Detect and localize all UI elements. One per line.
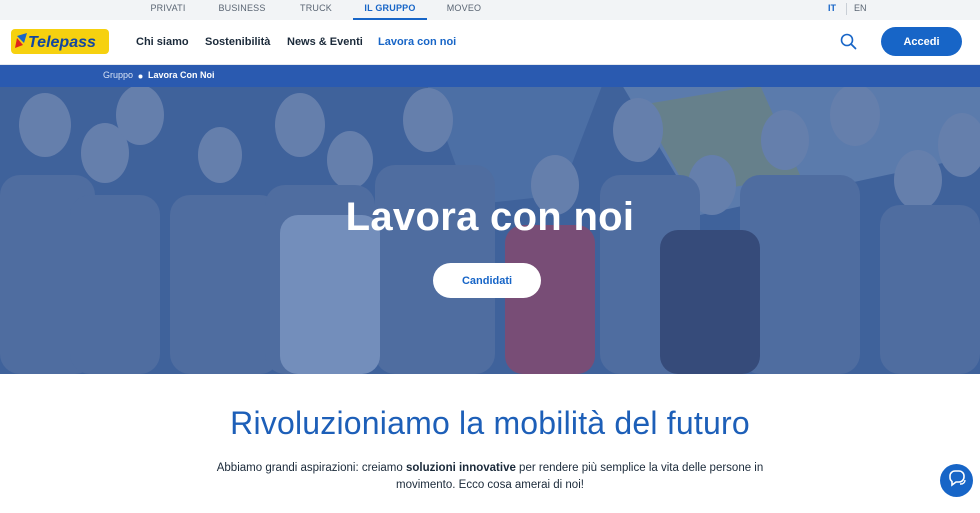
intro-heading: Rivoluzioniamo la mobilità del futuro bbox=[230, 405, 750, 441]
chat-button[interactable] bbox=[940, 464, 973, 497]
intro-paragraph: Abbiamo grandi aspirazioni: creiamo solu… bbox=[190, 460, 790, 494]
candidati-button[interactable]: Candidati bbox=[433, 263, 541, 298]
segment-business[interactable]: BUSINESS bbox=[213, 0, 271, 20]
chat-icon bbox=[949, 470, 966, 487]
breadcrumb: Gruppo Lavora Con Noi bbox=[0, 65, 980, 87]
main-header: Telepass Chi siamo Sostenibilità News & … bbox=[0, 20, 980, 65]
nav-lavora-con-noi[interactable]: Lavora con noi bbox=[378, 36, 456, 48]
hero-title: Lavora con noi bbox=[345, 195, 635, 239]
segment-truck[interactable]: TRUCK bbox=[293, 0, 339, 20]
segment-privati[interactable]: PRIVATI bbox=[143, 0, 193, 20]
top-segment-bar: PRIVATI BUSINESS TRUCK IL GRUPPO MOVEO I… bbox=[0, 0, 980, 20]
nav-sostenibilita[interactable]: Sostenibilità bbox=[205, 36, 270, 48]
intro-text-before: Abbiamo grandi aspirazioni: creiamo bbox=[216, 462, 406, 474]
nav-news-eventi[interactable]: News & Eventi bbox=[287, 36, 363, 48]
segment-moveo[interactable]: MOVEO bbox=[441, 0, 487, 20]
segment-il-gruppo[interactable]: IL GRUPPO bbox=[353, 0, 427, 20]
language-en[interactable]: EN bbox=[854, 0, 867, 20]
breadcrumb-gruppo[interactable]: Gruppo bbox=[103, 70, 133, 80]
logo-text: Telepass bbox=[28, 34, 96, 51]
breadcrumb-current: Lavora Con Noi bbox=[148, 70, 215, 80]
language-it[interactable]: IT bbox=[828, 0, 836, 20]
telepass-logo[interactable]: Telepass bbox=[11, 29, 109, 54]
nav-chi-siamo[interactable]: Chi siamo bbox=[136, 36, 189, 48]
login-button[interactable]: Accedi bbox=[881, 27, 962, 56]
search-icon[interactable] bbox=[840, 33, 857, 50]
language-separator bbox=[846, 3, 847, 15]
breadcrumb-dot-icon bbox=[138, 74, 143, 79]
intro-text-bold: soluzioni innovative bbox=[405, 462, 516, 474]
